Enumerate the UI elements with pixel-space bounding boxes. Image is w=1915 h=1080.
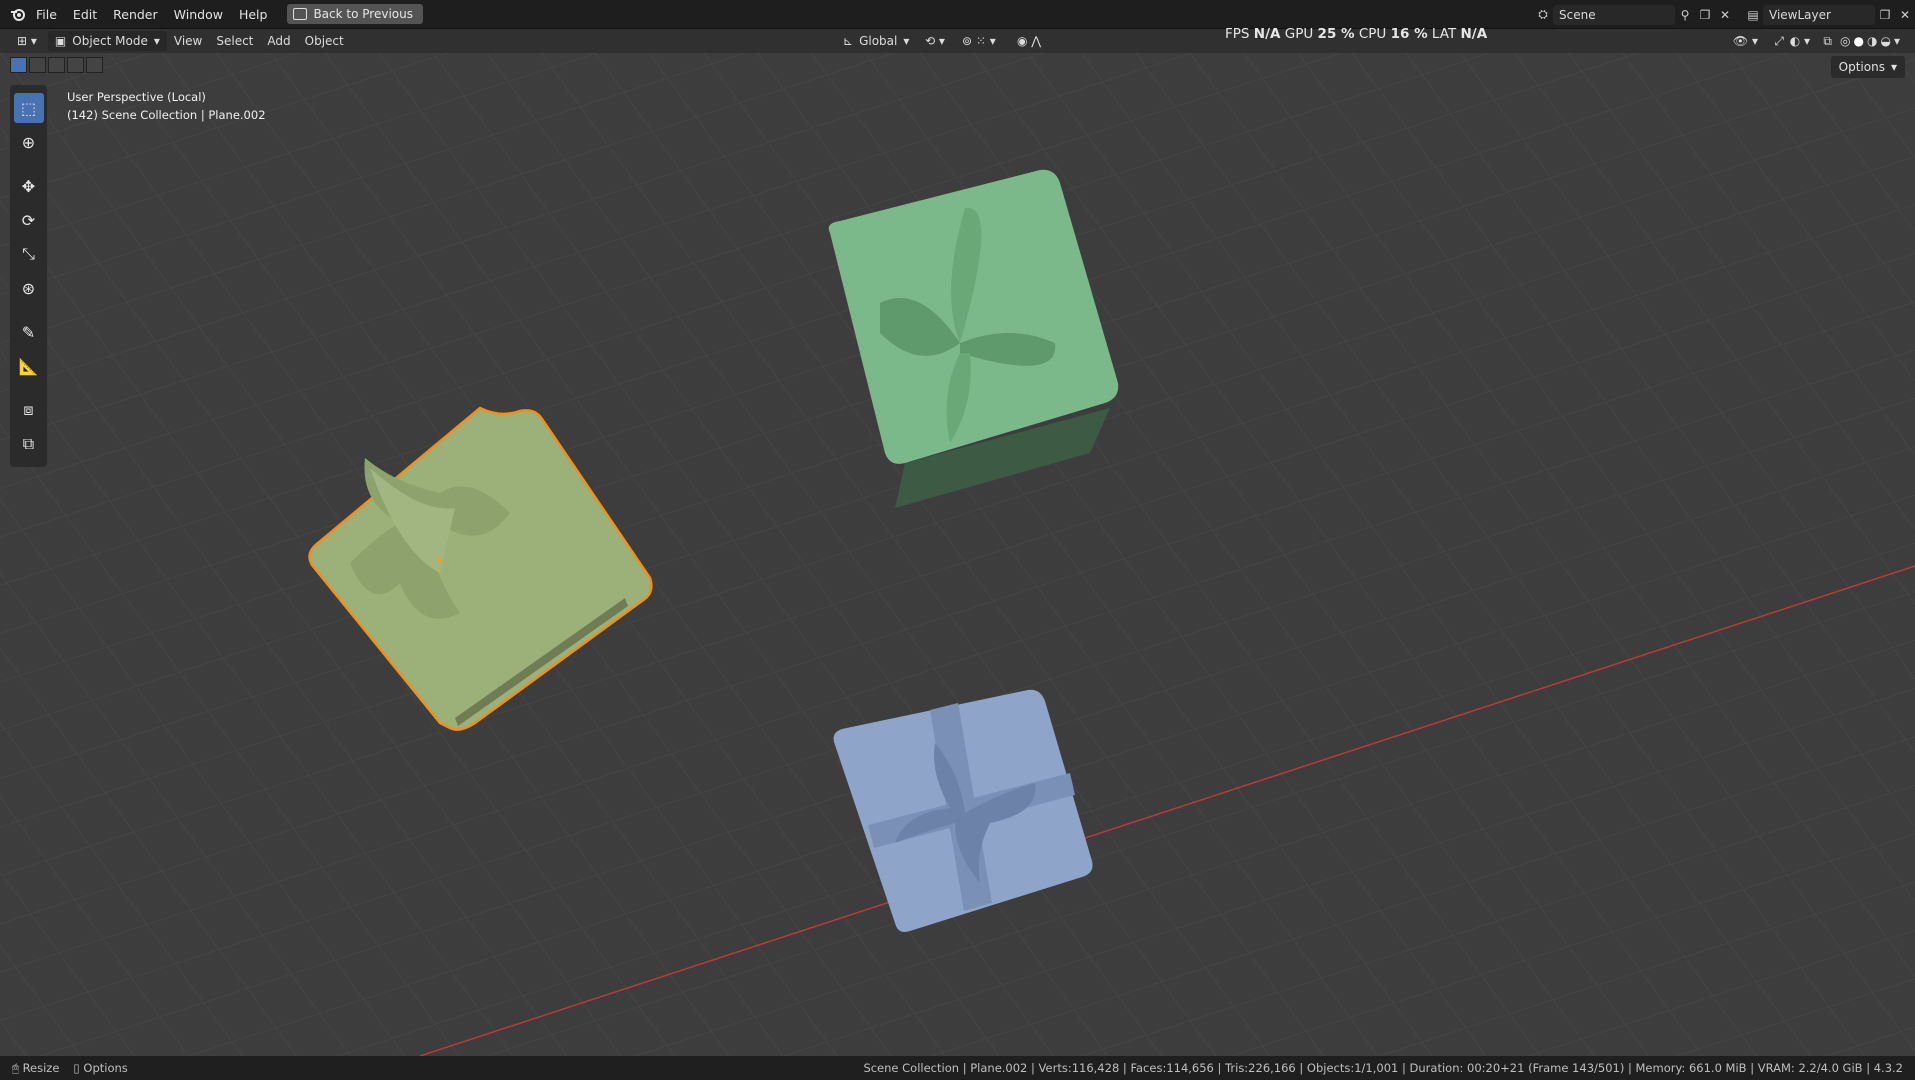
menu-help[interactable]: Help [231, 0, 276, 29]
back-to-previous-label: Back to Previous [313, 7, 413, 21]
tool-shelf: ⬚ ⊕ ✥ ⟳ ⤡ ⊛ ✎ 📐 ⧈ ⧉ [10, 85, 47, 467]
menu-render[interactable]: Render [105, 0, 166, 29]
transform-tool-icon[interactable]: ⊛ [14, 273, 44, 303]
viewlayer-label: ViewLayer [1769, 7, 1831, 22]
viewlayer-field[interactable]: ViewLayer [1763, 4, 1875, 25]
mode-label: Object Mode [72, 34, 148, 48]
chevron-down-icon: ▾ [1890, 60, 1897, 74]
solid-shading-icon[interactable]: ● [1854, 34, 1864, 48]
menu-window[interactable]: Window [166, 0, 231, 29]
scene-field[interactable]: Scene [1553, 4, 1675, 25]
cursor-tool-icon[interactable]: ⊕ [14, 127, 44, 157]
proportional-edit-icon[interactable]: ◉ ⋀ [1010, 31, 1048, 51]
fps-label: FPS [1225, 26, 1250, 42]
3d-viewport[interactable] [0, 53, 1915, 1056]
select-extend-icon[interactable] [29, 57, 46, 73]
select-intersect-icon[interactable] [86, 57, 103, 73]
menu-add[interactable]: Add [260, 31, 297, 51]
chevron-down-icon: ▾ [153, 34, 160, 48]
select-new-icon[interactable] [10, 57, 27, 73]
lat-value: N/A [1460, 26, 1488, 42]
chevron-down-icon[interactable]: ▾ [1894, 34, 1900, 48]
new-scene-icon[interactable]: ❐ [1695, 5, 1715, 25]
fps-value: N/A [1253, 26, 1281, 42]
close-viewlayer-icon[interactable]: ✕ [1895, 5, 1915, 25]
move-tool-icon[interactable]: ✥ [14, 171, 44, 201]
gpu-label: GPU [1284, 26, 1314, 42]
scene-label: Scene [1559, 7, 1596, 22]
menu-select[interactable]: Select [209, 31, 260, 51]
viewport-info: User Perspective (Local) (142) Scene Col… [67, 88, 266, 124]
snap-icon[interactable]: ⊚ ⁙ ▾ [955, 31, 1003, 51]
top-right-group: ⛭ Scene ⚲ ❐ ✕ ▤ ViewLayer ❐ ✕ [1533, 0, 1915, 29]
blender-logo-icon[interactable] [8, 4, 28, 24]
screen-icon [293, 8, 308, 20]
cpu-label: CPU [1358, 26, 1387, 42]
new-viewlayer-icon[interactable]: ❐ [1875, 5, 1895, 25]
status-options: ▯ Options [73, 1060, 128, 1075]
material-shading-icon[interactable]: ◑ [1867, 34, 1877, 48]
add-cube-tool-icon[interactable]: ⧈ [14, 395, 44, 425]
lat-label: LAT [1431, 26, 1457, 42]
menu-edit[interactable]: Edit [65, 0, 105, 29]
select-subtract-icon[interactable] [48, 57, 65, 73]
pin-icon[interactable]: ⚲ [1675, 5, 1695, 25]
viewlayer-icon[interactable]: ▤ [1743, 5, 1763, 25]
cpu-value: 16 % [1390, 26, 1428, 42]
wireframe-shading-icon[interactable]: ◎ [1840, 34, 1850, 48]
options-dropdown[interactable]: Options ▾ [1830, 56, 1905, 78]
axes-icon: ⊾ [843, 34, 854, 48]
gpu-value: 25 % [1317, 26, 1355, 42]
orientation-dropdown[interactable]: ⊾ Global ▾ [836, 31, 916, 51]
visibility-icon[interactable]: 👁 ▾ [1726, 31, 1765, 51]
shading-modes[interactable]: ◎ ● ◑ ◒ ▾ [1833, 31, 1907, 51]
mode-dropdown[interactable]: ▣ Object Mode ▾ [47, 31, 167, 51]
status-resize-label: Resize [22, 1060, 60, 1075]
measure-tool-icon[interactable]: 📐 [14, 351, 44, 381]
scene-statistics: Scene Collection | Plane.002 | Verts:116… [863, 1061, 1903, 1075]
overlay-icon[interactable]: ◐ ▾ [1783, 31, 1817, 51]
perspective-label: User Perspective (Local) [67, 90, 206, 104]
annotate-tool-icon[interactable]: ✎ [14, 317, 44, 347]
cube-icon: ▣ [54, 34, 67, 48]
menu-view[interactable]: View [167, 31, 209, 51]
rendered-shading-icon[interactable]: ◒ [1880, 34, 1890, 48]
add-object-tool-icon[interactable]: ⧉ [14, 429, 44, 459]
select-invert-icon[interactable] [67, 57, 84, 73]
scene-type-icon[interactable]: ⛭ [1533, 5, 1553, 25]
scale-tool-icon[interactable]: ⤡ [14, 239, 44, 269]
menu-object[interactable]: Object [298, 31, 351, 51]
status-resize: 🖱 Resize [12, 1060, 60, 1075]
select-mode-buttons [10, 57, 103, 73]
status-options-label: Options [83, 1060, 128, 1075]
editor-type-icon[interactable]: ⊞ ▾ [10, 31, 44, 51]
status-bar: 🖱 Resize ▯ Options Scene Collection | Pl… [0, 1056, 1915, 1080]
performance-stats: FPS N/A GPU 25 % CPU 16 % LAT N/A [1225, 26, 1487, 42]
collection-label: (142) Scene Collection | Plane.002 [67, 108, 266, 122]
viewport-header: ⊞ ▾ ▣ Object Mode ▾ View Select Add Obje… [0, 29, 1915, 53]
top-bar: File Edit Render Window Help Back to Pre… [0, 0, 1915, 29]
rotate-tool-icon[interactable]: ⟳ [14, 205, 44, 235]
options-label: Options [1838, 60, 1885, 74]
select-box-tool-icon[interactable]: ⬚ [13, 93, 44, 123]
chevron-down-icon: ▾ [903, 34, 910, 48]
close-scene-icon[interactable]: ✕ [1715, 5, 1735, 25]
menu-file[interactable]: File [28, 0, 65, 29]
back-to-previous-button[interactable]: Back to Previous [287, 4, 423, 24]
pivot-icon[interactable]: ⟲ ▾ [918, 31, 952, 51]
orientation-label: Global [859, 34, 898, 48]
